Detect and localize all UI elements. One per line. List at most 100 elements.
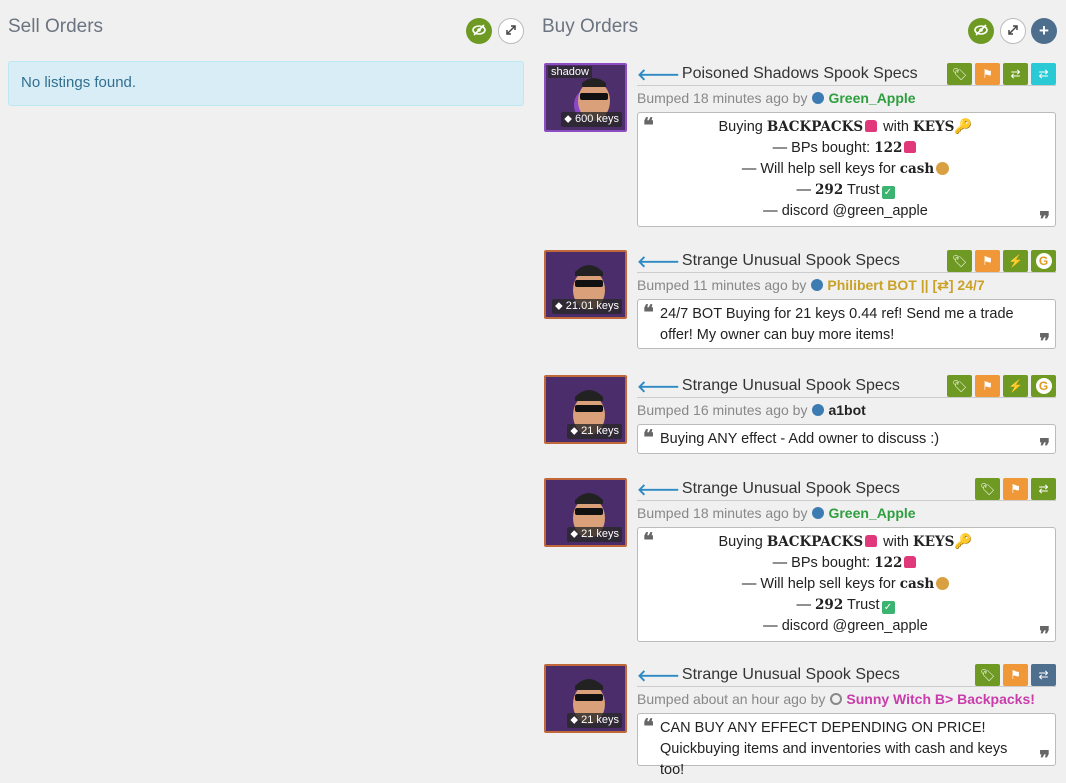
trade-offer-button[interactable]: ⇄ — [1003, 63, 1028, 85]
check-emoji-icon: ✓ — [881, 601, 895, 614]
item-name-link[interactable]: 🡐 Strange Unusual Spook Specs — [637, 479, 900, 500]
status-dot — [812, 92, 825, 104]
arrow-left-icon: 🡐 — [637, 253, 680, 271]
report-button[interactable]: ⚑ — [975, 250, 1000, 272]
listing-body: 🡐 Strange Unusual Spook Specs 🏷 ⚑ ⚡ G Bum… — [637, 375, 1056, 458]
quote-open-icon: ❝ — [643, 714, 654, 738]
trade-direct-button[interactable]: ⇄ — [1031, 63, 1056, 85]
instant-trade-button[interactable]: ⚡ — [1003, 250, 1028, 272]
price-check-button[interactable]: 🏷 — [947, 250, 972, 272]
status-dot — [812, 507, 825, 519]
expand-sell-button[interactable] — [498, 18, 524, 44]
quote-open-icon: ❝ — [643, 300, 654, 324]
trade-offer-button[interactable]: ⇄ — [1031, 478, 1056, 500]
trade-offer-button[interactable]: ⇄ — [1031, 664, 1056, 686]
item-name-link[interactable]: 🡐 Strange Unusual Spook Specs — [637, 376, 900, 397]
key-emoji-icon: 🔑 — [954, 534, 973, 550]
bolt-icon: ⚡ — [1008, 379, 1023, 393]
item-name-link[interactable]: 🡐 Strange Unusual Spook Specs — [637, 251, 900, 272]
bolt-icon: ⚡ — [1008, 254, 1023, 268]
status-dot — [811, 279, 824, 291]
report-button[interactable]: ⚑ — [975, 63, 1000, 85]
price-check-button[interactable]: 🏷 — [975, 664, 1000, 686]
backpack-emoji-icon — [904, 556, 917, 568]
g-logo-icon: G — [1035, 378, 1052, 394]
quote-close-icon: ❞ — [1039, 622, 1050, 646]
report-button[interactable]: ⚑ — [1003, 664, 1028, 686]
add-buy-order-button[interactable]: + — [1031, 18, 1057, 44]
money-bag-emoji-icon — [936, 162, 950, 175]
eye-slash-icon — [974, 23, 988, 39]
tag-icon: 🏷 — [979, 668, 996, 682]
partner-site-button[interactable]: G — [1031, 375, 1056, 397]
listing-message: ❝ Buying BACKPACKS with KEYS🔑 — BPs boug… — [637, 112, 1056, 231]
backpack-emoji-icon — [904, 141, 917, 153]
item-name-link[interactable]: 🡐 Strange Unusual Spook Specs — [637, 665, 900, 686]
listing-body: 🡐 Strange Unusual Spook Specs 🏷 ⚑ ⚡ G Bum… — [637, 250, 1056, 352]
user-link[interactable]: Philibert BOT || [⇄] 24/7 — [827, 277, 984, 294]
status-dot — [812, 404, 825, 416]
listing-body: 🡐 Strange Unusual Spook Specs 🏷 ⚑ ⇄ Bumpe… — [637, 478, 1056, 646]
item-thumbnail[interactable]: shadow ⬥ 600 keys — [544, 63, 627, 132]
hide-sell-button[interactable] — [466, 18, 492, 44]
report-button[interactable]: ⚑ — [975, 375, 1000, 397]
listing-message: ❝ Buying ANY effect - Add owner to discu… — [637, 424, 1056, 458]
bumped-info: Bumped 18 minutes ago by Green_Apple — [637, 505, 916, 521]
partner-site-button[interactable]: G — [1031, 250, 1056, 272]
money-bag-emoji-icon — [936, 577, 950, 590]
bumped-info: Bumped 16 minutes ago by a1bot — [637, 402, 866, 418]
bumped-info: Bumped 11 minutes ago by Philibert BOT |… — [637, 276, 985, 294]
bumped-info: Bumped 18 minutes ago by Green_Apple — [637, 90, 916, 106]
item-thumbnail[interactable]: ⬥ 21.01 keys — [544, 250, 627, 319]
tag-icon: 🏷 — [951, 379, 968, 393]
listing-actions: 🏷 ⚑ ⚡ G — [947, 375, 1056, 397]
status-dot — [830, 693, 843, 705]
check-emoji-icon: ✓ — [881, 186, 895, 199]
plus-icon: + — [1039, 21, 1049, 40]
listing-body: 🡐 Strange Unusual Spook Specs 🏷 ⚑ ⇄ Bumpe… — [637, 664, 1056, 778]
price-check-button[interactable]: 🏷 — [947, 63, 972, 85]
user-link[interactable]: a1bot — [828, 402, 865, 418]
price-check-button[interactable]: 🏷 — [947, 375, 972, 397]
exchange-icon: ⇄ — [1038, 482, 1049, 496]
listing-message: ❝ 24/7 BOT Buying for 21 keys 0.44 ref! … — [637, 299, 1056, 352]
expand-icon — [505, 24, 517, 39]
price-tag: ⬥ 21 keys — [567, 424, 622, 439]
exchange-icon: ⇄ — [1010, 67, 1021, 81]
price-tag: ⬥ 21.01 keys — [552, 299, 622, 314]
tag-icon: ⬥ — [555, 300, 563, 312]
quote-close-icon: ❞ — [1039, 207, 1050, 231]
listing-message: ❝ CAN BUY ANY EFFECT DEPENDING ON PRICE!… — [637, 713, 1056, 778]
price-check-button[interactable]: 🏷 — [975, 478, 1000, 500]
flag-icon: ⚑ — [982, 254, 993, 268]
tag-icon: ⬥ — [570, 528, 579, 540]
arrow-left-icon: 🡐 — [637, 378, 680, 396]
user-link[interactable]: Green_Apple — [828, 90, 915, 106]
instant-trade-button[interactable]: ⚡ — [1003, 375, 1028, 397]
key-emoji-icon: 🔑 — [954, 119, 973, 135]
user-link[interactable]: Sunny Witch B> Backpacks! — [846, 691, 1035, 707]
backpack-emoji-icon — [865, 120, 878, 132]
expand-buy-button[interactable] — [1000, 18, 1026, 44]
expand-icon — [1007, 24, 1019, 39]
item-thumbnail[interactable]: ⬥ 21 keys — [544, 375, 627, 444]
buy-orders-panel: Buy Orders + shadow ⬥ 600 keys 🡐 Poisoned… — [534, 0, 1066, 783]
item-thumbnail[interactable]: ⬥ 21 keys — [544, 478, 627, 547]
report-button[interactable]: ⚑ — [1003, 478, 1028, 500]
listing-actions: 🏷 ⚑ ⇄ — [975, 478, 1056, 500]
listing-message: ❝ Buying BACKPACKS with KEYS🔑 — BPs boug… — [637, 527, 1056, 646]
eye-slash-icon — [472, 23, 486, 39]
quote-close-icon: ❞ — [1039, 746, 1050, 770]
hide-buy-button[interactable] — [968, 18, 994, 44]
listing-actions: 🏷 ⚑ ⇄ ⇄ — [947, 63, 1056, 85]
item-name-link[interactable]: 🡐 Poisoned Shadows Spook Specs — [637, 64, 918, 85]
flag-icon: ⚑ — [1010, 668, 1021, 682]
item-thumbnail[interactable]: ⬥ 21 keys — [544, 664, 627, 733]
tag-icon: ⬥ — [570, 425, 579, 437]
user-link[interactable]: Green_Apple — [828, 505, 915, 521]
tag-icon: 🏷 — [951, 67, 968, 81]
buy-orders-title: Buy Orders — [542, 16, 639, 37]
flag-icon: ⚑ — [982, 379, 993, 393]
quote-open-icon: ❝ — [643, 425, 654, 449]
quote-close-icon: ❞ — [1039, 434, 1050, 458]
